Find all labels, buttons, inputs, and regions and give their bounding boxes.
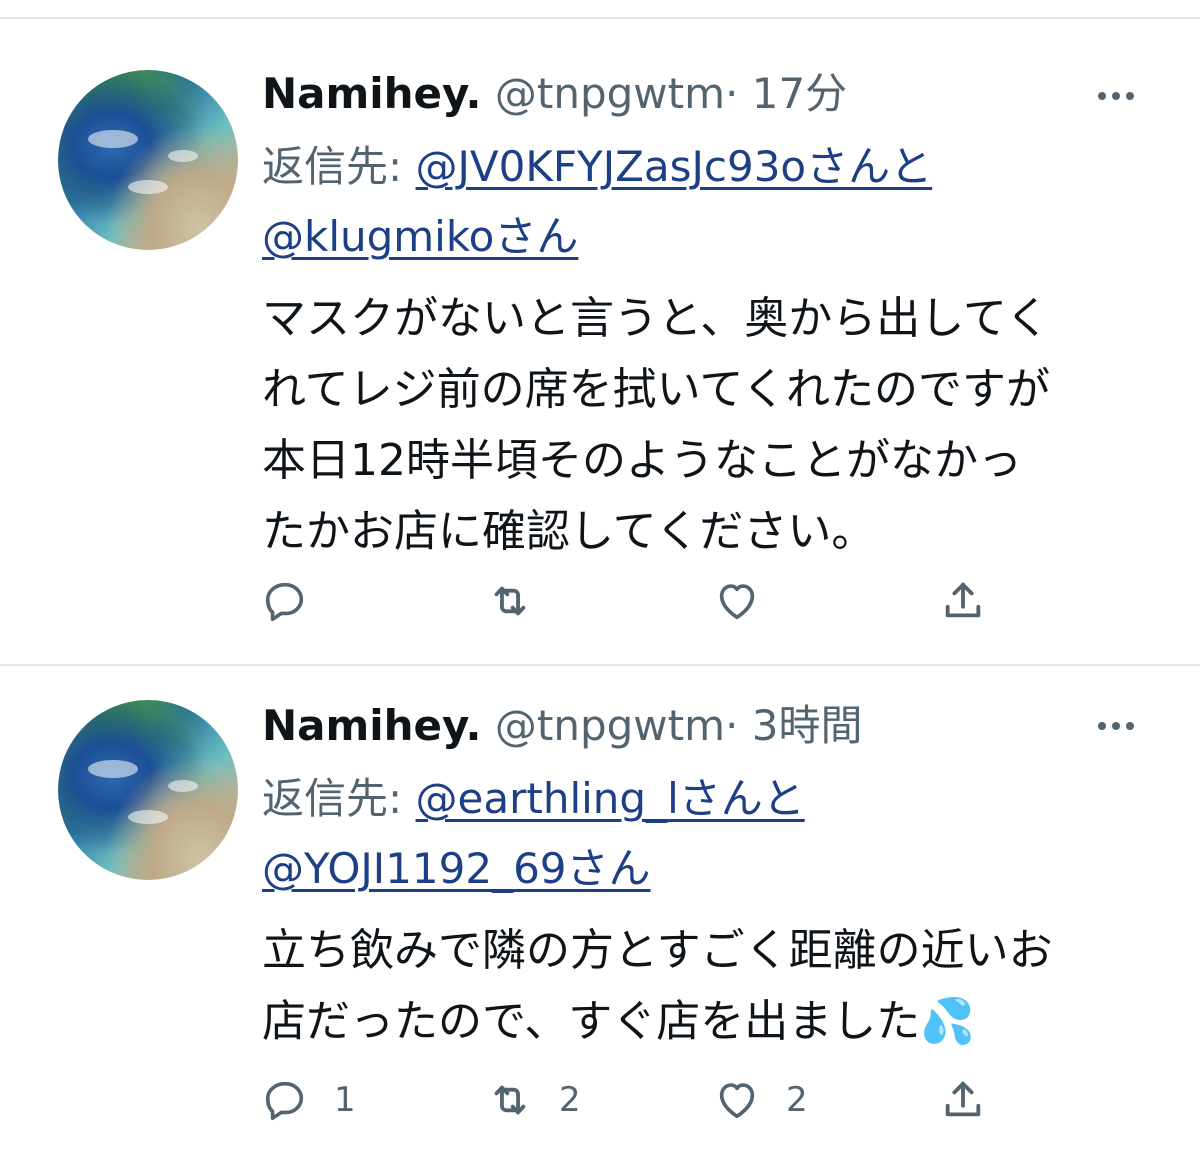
tweet-text: マスクがないと言うと、奥から出してく れてレジ前の席を拭いてくれたのですが 本日… [262, 293, 1051, 557]
timestamp[interactable]: 17分 [752, 69, 847, 118]
more-icon[interactable] [1092, 718, 1140, 734]
share-button[interactable] [940, 1075, 986, 1125]
like-icon [719, 584, 755, 620]
tweet-divider [0, 664, 1200, 666]
timestamp[interactable]: 3時間 [752, 701, 863, 750]
retweet-icon [494, 1085, 526, 1115]
more-icon[interactable] [1092, 88, 1140, 104]
reply-mention-link[interactable]: @klugmikoさん [262, 212, 578, 261]
user-handle[interactable]: @tnpgwtm [495, 69, 725, 118]
tweet-text: 立ち飲みで隣の方とすごく距離の近いお 店だったので、すぐ店を出ました💦 [262, 925, 1053, 1047]
retweet-button[interactable]: 2 [487, 1075, 581, 1125]
tweet-actions: 1 2 2 [262, 1075, 1162, 1125]
reply-count: 1 [334, 1080, 356, 1120]
like-icon [719, 1083, 755, 1119]
retweet-count: 2 [559, 1080, 581, 1120]
share-icon [945, 582, 981, 618]
tweet-header: Namihey. @tnpgwtm· 3時間 [262, 698, 862, 754]
reply-to-line-2: @YOJI1192_69さん [262, 834, 651, 904]
display-name[interactable]: Namihey. [262, 701, 482, 750]
retweet-button[interactable] [487, 576, 559, 626]
retweet-icon [494, 586, 526, 616]
reply-button[interactable] [262, 576, 334, 626]
separator-dot: · [725, 701, 739, 750]
reply-prefix: 返信先: [262, 774, 403, 823]
tweet-header: Namihey. @tnpgwtm· 17分 [262, 66, 847, 122]
reply-mention-link[interactable]: @JV0KFYJZasJc93oさんと [416, 142, 933, 191]
user-handle[interactable]: @tnpgwtm [495, 701, 725, 750]
reply-icon [265, 582, 304, 622]
like-count: 2 [786, 1080, 808, 1120]
reply-mention-link[interactable]: @earthling_lさんと [416, 774, 805, 823]
reply-to-line: 返信先: @JV0KFYJZasJc93oさんと [262, 132, 932, 202]
like-button[interactable] [714, 576, 786, 626]
reply-to-line-2: @klugmikoさん [262, 202, 578, 272]
avatar[interactable] [58, 700, 238, 880]
reply-prefix: 返信先: [262, 142, 403, 191]
reply-icon [265, 1081, 304, 1121]
reply-button[interactable]: 1 [262, 1075, 356, 1125]
separator-dot: · [725, 69, 739, 118]
like-button[interactable]: 2 [714, 1075, 808, 1125]
reply-mention-link[interactable]: @YOJI1192_69さん [262, 844, 651, 893]
avatar[interactable] [58, 70, 238, 250]
display-name[interactable]: Namihey. [262, 69, 482, 118]
reply-to-line: 返信先: @earthling_lさんと [262, 764, 805, 834]
share-button[interactable] [940, 576, 986, 626]
tweet-actions [262, 576, 1162, 626]
share-icon [945, 1081, 981, 1117]
top-divider [0, 17, 1200, 19]
